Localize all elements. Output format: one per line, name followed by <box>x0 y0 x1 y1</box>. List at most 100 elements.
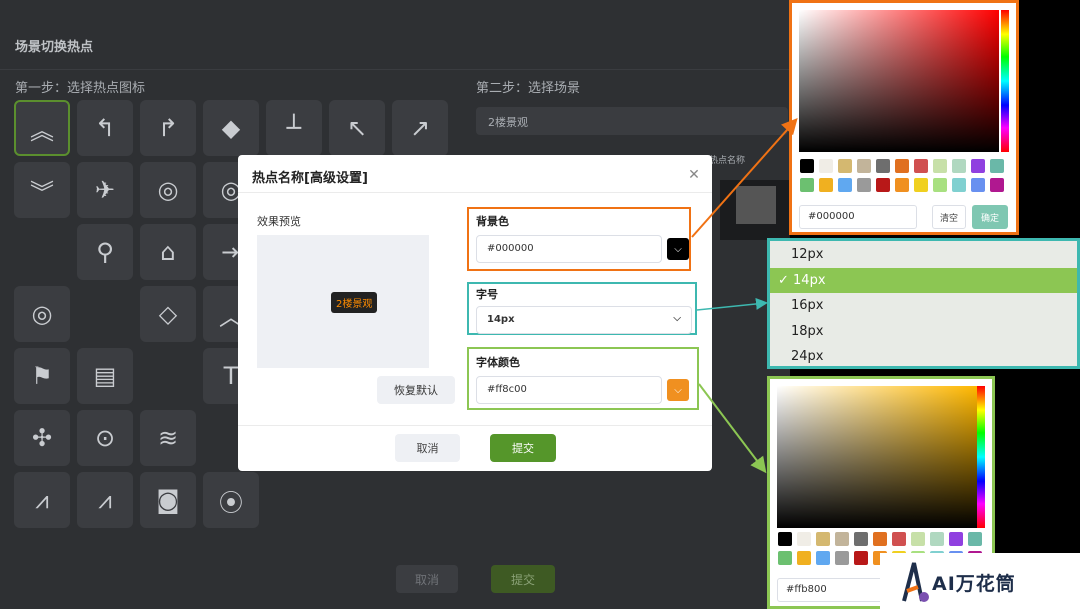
palette-swatch[interactable] <box>952 159 966 173</box>
hue-slider[interactable] <box>1001 10 1009 152</box>
chevron-down-icon: ⌵ <box>674 384 682 396</box>
confirm-button[interactable]: 确定 <box>972 205 1008 229</box>
advanced-settings-dialog: 热点名称[高级设置] ✕ 效果预览 2楼景观 恢复默认 背景色 #000000 … <box>238 155 712 471</box>
helicopter-icon[interactable]: ✈ <box>77 162 133 218</box>
scene-select[interactable]: 2楼景观 <box>476 107 788 135</box>
font-size-option[interactable]: 12px <box>770 242 1077 267</box>
palette-swatch[interactable] <box>873 532 887 546</box>
turn-right-icon[interactable]: ↱ <box>140 100 196 156</box>
cube-icon[interactable]: ◆ <box>203 100 259 156</box>
camera-icon[interactable]: ◙ <box>140 472 196 528</box>
arrow-up-left-icon[interactable]: ↖ <box>329 100 385 156</box>
turn-left-icon[interactable]: ↰ <box>77 100 133 156</box>
palette-swatch[interactable] <box>990 178 1004 192</box>
palette-swatch[interactable] <box>949 532 963 546</box>
palette-swatch[interactable] <box>990 159 1004 173</box>
bg-color-swatch-button[interactable]: ⌵ <box>667 238 689 260</box>
palette-swatch[interactable] <box>933 178 947 192</box>
palette-swatch[interactable] <box>895 159 909 173</box>
palette-swatch[interactable] <box>819 178 833 192</box>
palette-swatch[interactable] <box>952 178 966 192</box>
hex-input[interactable]: #000000 <box>799 205 917 229</box>
waves-icon[interactable]: ≋ <box>140 410 196 466</box>
palette-swatch[interactable] <box>895 178 909 192</box>
palette-swatch[interactable] <box>838 178 852 192</box>
chevron-down-icon[interactable]: ︾ <box>14 162 70 218</box>
flag-icon[interactable]: ⚑ <box>14 348 70 404</box>
palette-swatch[interactable] <box>797 532 811 546</box>
kaleidoscope-logo-icon <box>902 562 929 602</box>
palette-swatch[interactable] <box>854 532 868 546</box>
palette-swatch[interactable] <box>914 178 928 192</box>
film-icon[interactable]: ▤ <box>77 348 133 404</box>
preset-palette <box>800 159 1004 192</box>
drone-icon[interactable]: ✣ <box>14 410 70 466</box>
font-size-label: 字号 <box>476 288 498 301</box>
tag-icon[interactable]: ⌂ <box>140 224 196 280</box>
palette-swatch[interactable] <box>778 532 792 546</box>
close-icon[interactable]: ✕ <box>684 165 704 185</box>
palette-swatch[interactable] <box>971 159 985 173</box>
palette-swatch[interactable] <box>835 551 849 565</box>
preview-label: 效果预览 <box>257 215 301 228</box>
palette-swatch[interactable] <box>800 159 814 173</box>
palette-swatch[interactable] <box>800 178 814 192</box>
map-marker-icon[interactable]: ⊙ <box>77 410 133 466</box>
palette-swatch[interactable] <box>857 159 871 173</box>
palette-swatch[interactable] <box>816 532 830 546</box>
palette-swatch[interactable] <box>968 532 982 546</box>
step2-label: 第二步：选择场景 <box>476 81 581 96</box>
palette-swatch[interactable] <box>819 159 833 173</box>
palette-swatch[interactable] <box>933 159 947 173</box>
palette-swatch[interactable] <box>854 551 868 565</box>
font-size-option[interactable]: ✓ 14px <box>770 267 1077 293</box>
chevron-down-icon: ⌵ <box>673 313 681 324</box>
chevron-up-double-icon[interactable]: ︽ <box>14 100 70 156</box>
bg-submit-button[interactable]: 提交 <box>491 565 555 593</box>
font-color-input[interactable]: #ff8c00 <box>476 376 662 404</box>
cancel-button[interactable]: 取消 <box>395 434 460 462</box>
arrow-up-right-icon[interactable]: ↗ <box>392 100 448 156</box>
bg-color-input[interactable]: #000000 <box>476 235 662 263</box>
clear-button[interactable]: 清空 <box>932 205 966 229</box>
signal-icon[interactable]: ⦿ <box>203 472 259 528</box>
palette-swatch[interactable] <box>857 178 871 192</box>
logo: AI万花筒 <box>880 553 1080 609</box>
bg-cancel-button[interactable]: 取消 <box>396 565 458 593</box>
location-pin-icon[interactable]: ⚲ <box>77 224 133 280</box>
font-size-select[interactable]: 14px ⌵ <box>476 306 692 334</box>
divider <box>238 425 712 426</box>
road-icon[interactable]: ⩘ <box>14 472 70 528</box>
saturation-value-area[interactable] <box>777 386 977 528</box>
font-size-option[interactable]: 18px <box>770 319 1077 344</box>
palette-swatch[interactable] <box>914 159 928 173</box>
palette-swatch[interactable] <box>911 532 925 546</box>
palette-swatch[interactable] <box>778 551 792 565</box>
palette-swatch[interactable] <box>876 178 890 192</box>
palette-swatch[interactable] <box>930 532 944 546</box>
palette-swatch[interactable] <box>892 532 906 546</box>
hue-slider[interactable] <box>977 386 985 528</box>
page-title: 场景切换热点 <box>15 40 94 55</box>
palette-swatch[interactable] <box>876 159 890 173</box>
palette-swatch[interactable] <box>971 178 985 192</box>
font-size-option[interactable]: 24px <box>770 344 1077 369</box>
submit-button[interactable]: 提交 <box>490 434 556 462</box>
divider <box>238 192 712 193</box>
palette-swatch[interactable] <box>835 532 849 546</box>
palette-swatch[interactable] <box>797 551 811 565</box>
font-size-option[interactable]: 16px <box>770 293 1077 318</box>
chevron-down-icon: ⌵ <box>674 243 682 255</box>
pole-icon[interactable]: ┴ <box>266 100 322 156</box>
saturation-value-area[interactable] <box>799 10 999 152</box>
road-icon[interactable]: ⩘ <box>77 472 133 528</box>
hex-input[interactable]: #ffb800 <box>777 578 895 602</box>
dialog-title: 热点名称[高级设置] <box>252 171 368 186</box>
ripple-icon[interactable]: ◎ <box>14 286 70 342</box>
palette-swatch[interactable] <box>816 551 830 565</box>
font-color-swatch-button[interactable]: ⌵ <box>667 379 689 401</box>
warning-diamond-icon[interactable]: ◇ <box>140 286 196 342</box>
palette-swatch[interactable] <box>838 159 852 173</box>
reset-default-button[interactable]: 恢复默认 <box>377 376 455 404</box>
ripple-icon[interactable]: ◎ <box>140 162 196 218</box>
